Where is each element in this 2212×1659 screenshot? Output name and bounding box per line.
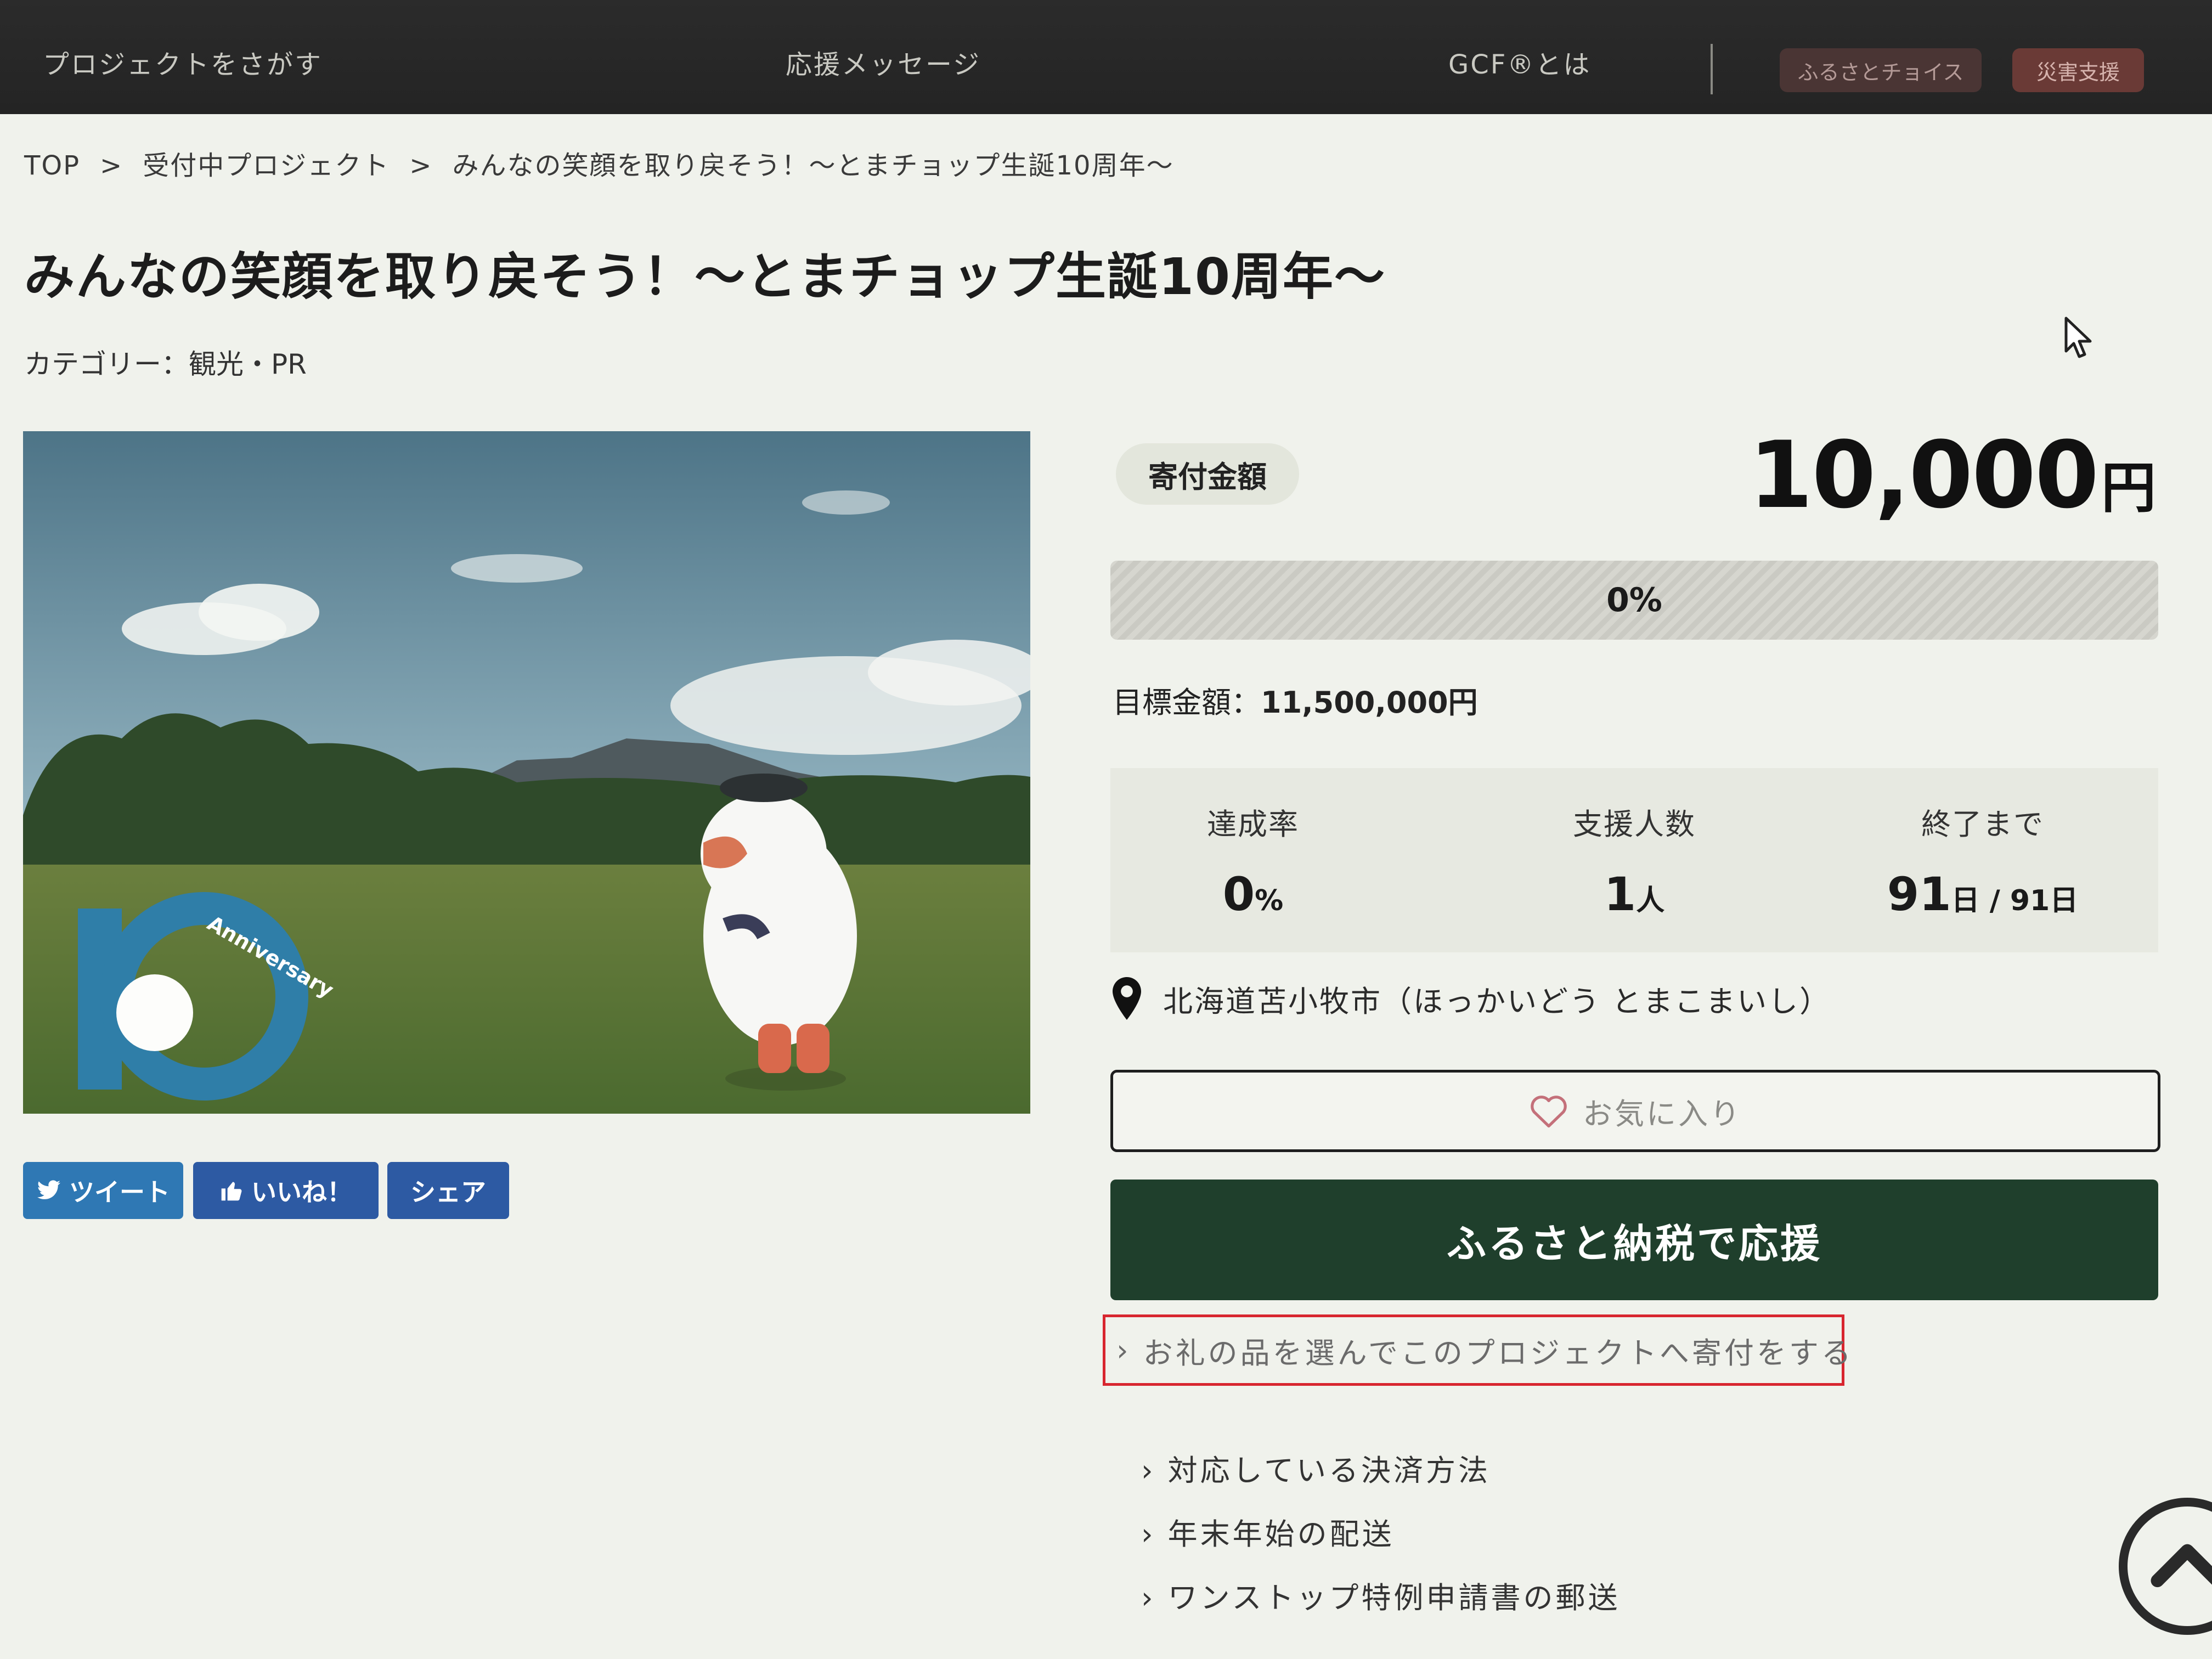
breadcrumb-open-projects[interactable]: 受付中プロジェクト — [143, 150, 390, 181]
link-one-stop-application[interactable]: › ワンストップ特例申請書の郵送 — [1141, 1573, 1621, 1617]
chevron-right-icon: › — [1141, 1581, 1156, 1615]
stat-unit: % — [1255, 884, 1284, 917]
link-year-end-shipping[interactable]: › 年末年始の配送 — [1141, 1510, 1395, 1553]
like-button[interactable]: いいね！ — [193, 1162, 379, 1219]
map-pin-icon — [1113, 977, 1141, 1020]
thumbs-up-icon — [221, 1182, 242, 1201]
location-text: 北海道苫小牧市（ほっかいどう とまこまいし） — [1163, 984, 1831, 1019]
donation-amount-label: 寄付金額 — [1116, 443, 1299, 505]
favorite-label: お気に入り — [1583, 1096, 1742, 1131]
global-header: プロジェクトをさがす 応援メッセージ GCF®とは ふるさとチョイス 災害支援 — [0, 0, 2212, 114]
scroll-top-button[interactable] — [2119, 1498, 2212, 1635]
breadcrumb: TOP > 受付中プロジェクト > みんなの笑顔を取り戻そう！～とまチョップ生誕10周年… — [24, 144, 1174, 182]
chevron-right-icon: › — [1141, 1517, 1156, 1551]
twitter-bird-icon — [37, 1180, 61, 1199]
stat-label: 達成率 — [1207, 807, 1299, 842]
goal-amount-value: 11,500,000円 — [1261, 685, 1478, 720]
project-main-image: Anniversary — [23, 431, 1030, 1114]
link-label: 対応している決済方法 — [1167, 1453, 1491, 1488]
nav-divider — [1711, 44, 1713, 94]
like-label: いいね！ — [251, 1177, 352, 1207]
stat-supporters: 支援人数 1人 — [1492, 800, 1777, 921]
stat-unit: 人 — [1636, 884, 1665, 917]
share-label: シェア — [410, 1177, 486, 1207]
select-gift-donate-link[interactable]: › お礼の品を選んでこのプロジェクトへ寄付をする — [1103, 1314, 1851, 1386]
stat-unit: 日 / 91日 — [1951, 884, 2079, 917]
furusato-choice-button[interactable]: ふるさとチョイス — [1780, 48, 1982, 92]
stat-value: 0 — [1222, 867, 1255, 921]
goal-amount-label: 目標金額： — [1113, 685, 1261, 720]
tweet-label: ツイート — [69, 1177, 170, 1207]
breadcrumb-top[interactable]: TOP — [24, 150, 80, 181]
stat-label: 支援人数 — [1573, 807, 1696, 842]
funding-progress-percent: 0% — [1606, 581, 1662, 619]
link-payment-methods[interactable]: › 対応している決済方法 — [1141, 1446, 1491, 1489]
breadcrumb-separator: > — [409, 150, 433, 181]
donation-amount: 10,000円 — [1748, 421, 2156, 529]
stat-days-remaining: 終了まで 91日 / 91日 — [1840, 800, 2125, 921]
link-label: ワンストップ特例申請書の郵送 — [1167, 1581, 1621, 1615]
project-stats: 達成率 0% 支援人数 1人 終了まで 91日 / 91日 — [1110, 768, 2158, 952]
link-label: 年末年始の配送 — [1167, 1517, 1395, 1551]
disaster-support-button[interactable]: 災害支援 — [2012, 48, 2144, 92]
stat-achievement-rate: 達成率 0% — [1110, 800, 1396, 921]
mouse-cursor-icon — [2064, 317, 2092, 358]
breadcrumb-current: みんなの笑顔を取り戻そう！～とまチョップ生誕10周年～ — [452, 150, 1174, 181]
chevron-right-icon: › — [1116, 1333, 1131, 1368]
nav-find-projects[interactable]: プロジェクトをさがす — [43, 43, 323, 81]
nav-support-messages[interactable]: 応援メッセージ — [786, 43, 981, 81]
chevron-right-icon: › — [1141, 1453, 1156, 1488]
furusato-donate-button[interactable]: ふるさと納税で応援 — [1110, 1180, 2158, 1300]
select-gift-donate-label: お礼の品を選んでこのプロジェクトへ寄付をする — [1143, 1335, 1854, 1370]
page-title: みんなの笑顔を取り戻そう！～とまチョップ生誕10周年～ — [24, 247, 1386, 306]
funding-progress-bar: 0% — [1110, 561, 2158, 640]
stat-value: 1 — [1604, 867, 1637, 921]
stat-value: 91 — [1887, 867, 1951, 921]
donation-amount-value: 10,000 — [1748, 421, 2099, 529]
share-button[interactable]: シェア — [387, 1162, 509, 1219]
scroll-top-icon — [2151, 1544, 2212, 1588]
tweet-button[interactable]: ツイート — [23, 1162, 183, 1219]
breadcrumb-separator: > — [100, 150, 123, 181]
heart-outline-icon — [1531, 1096, 1567, 1128]
project-location: 北海道苫小牧市（ほっかいどう とまこまいし） — [1113, 977, 1831, 1020]
project-category: カテゴリー：観光・PR — [24, 348, 307, 380]
nav-about-gcf[interactable]: GCF®とは — [1448, 43, 1591, 81]
goal-amount: 目標金額：11,500,000円 — [1113, 678, 1478, 721]
favorite-button[interactable]: お気に入り — [1110, 1070, 2160, 1152]
stat-label: 終了まで — [1921, 807, 2044, 842]
donation-amount-unit: 円 — [2101, 456, 2156, 520]
